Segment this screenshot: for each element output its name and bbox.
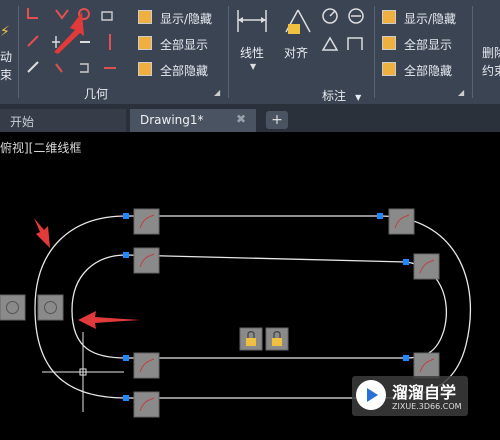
tangent-constraint-icon [413,253,440,280]
dimension-show-all-label: 全部显示 [404,38,453,52]
geometry-show-all-button[interactable]: 全部显示 [138,34,228,52]
tangent-constraint-icon [133,247,160,274]
linear-dropdown-icon[interactable]: ▼ [250,62,256,71]
viewport-controls[interactable]: 俯视][二维线框 [0,139,81,156]
geometry-show-all-label: 全部显示 [160,38,209,52]
dimension-show-all-button[interactable]: 全部显示 [382,34,472,52]
aligned-dimension-button[interactable]: 对齐 [280,6,320,76]
geometry-show-hide-button[interactable]: 显示/隐藏 [138,8,228,26]
geometry-hide-all-label: 全部隐藏 [160,64,209,78]
show-all-icon [382,36,396,50]
geometry-panel-expand-icon[interactable]: ◢ [214,88,220,97]
new-tab-button[interactable]: + [266,111,288,129]
dimension-panel-title-label: 标注 [322,89,347,103]
annotation-arrow-icon [34,218,50,248]
show-all-icon [138,36,152,50]
tangent-constraint-icon [133,208,160,235]
dimension-hide-all-label: 全部隐藏 [404,64,453,78]
linear-dimension-button[interactable]: 线性 ▼ [234,6,274,76]
watermark: 溜溜自学 ZIXUE.3D66.COM [352,376,468,416]
aligned-dimension-icon [285,9,311,34]
linear-dimension-label: 线性 [240,46,265,60]
tab-start-label: 开始 [10,115,35,129]
close-icon[interactable]: ✖ [236,112,246,126]
tangent-constraint-icon [133,352,160,379]
dimension-tool-icons[interactable] [318,6,370,58]
ribbon: ⚡ 动 束 显示/隐藏 全部显示 全部隐藏 几何 ◢ 线性 ▼ 对齐 显示/隐藏… [0,0,500,105]
tab-drawing1[interactable]: Drawing1* ✖ [130,109,256,132]
hide-all-icon [138,62,152,76]
viewport-label: 俯视][二维线框 [0,141,82,155]
document-tabs: 开始 Drawing1* ✖ + [0,105,500,132]
play-logo-icon [356,380,386,410]
lightning-icon: ⚡ [0,24,10,40]
dimension-panel-expand-icon[interactable]: ◢ [458,88,464,97]
delete-constraints-label-2: 约束 [482,64,500,78]
delete-constraints-button[interactable]: 删除 约束 [478,30,500,80]
auto-constrain-label-1: 动 [0,50,13,64]
linear-dimension-icon [237,10,267,32]
watermark-title: 溜溜自学 [392,383,457,402]
crosshair-cursor [42,332,124,412]
dimension-panel-dropdown-icon: ▼ [355,93,362,102]
dimension-show-hide-label: 显示/隐藏 [404,12,457,26]
annotation-arrow-icon [54,12,84,54]
show-hide-icon [382,10,396,24]
concentric-constraint-icon [37,294,64,321]
show-hide-icon [138,10,152,24]
annotation-arrow-icon [78,311,140,329]
concentric-constraint-icon [0,294,26,321]
tab-drawing1-label: Drawing1* [140,113,204,127]
hide-all-icon [382,62,396,76]
outer-track-path [34,215,472,399]
lock-constraint-icon [265,327,289,351]
dimension-hide-all-button[interactable]: 全部隐藏 [382,60,472,78]
delete-constraints-label-1: 删除 [482,46,500,60]
dimension-show-hide-button[interactable]: 显示/隐藏 [382,8,472,26]
dimension-panel-title[interactable]: 标注 ▼ [322,85,361,104]
grip-points [123,213,409,401]
auto-constrain-label-2: 束 [0,68,13,82]
aligned-dimension-label: 对齐 [284,46,309,60]
geometry-show-hide-label: 显示/隐藏 [160,12,213,26]
tab-start[interactable]: 开始 [0,109,126,132]
tangent-constraint-icon [413,352,440,379]
lock-constraint-icon [239,327,263,351]
watermark-url: ZIXUE.3D66.COM [392,402,462,411]
geometry-panel-title: 几何 [84,87,109,101]
auto-constrain-button[interactable]: ⚡ 动 束 [0,4,18,84]
tangent-constraint-icon [133,391,160,418]
geometry-hide-all-button[interactable]: 全部隐藏 [138,60,228,78]
tangent-constraint-icon [388,208,415,235]
